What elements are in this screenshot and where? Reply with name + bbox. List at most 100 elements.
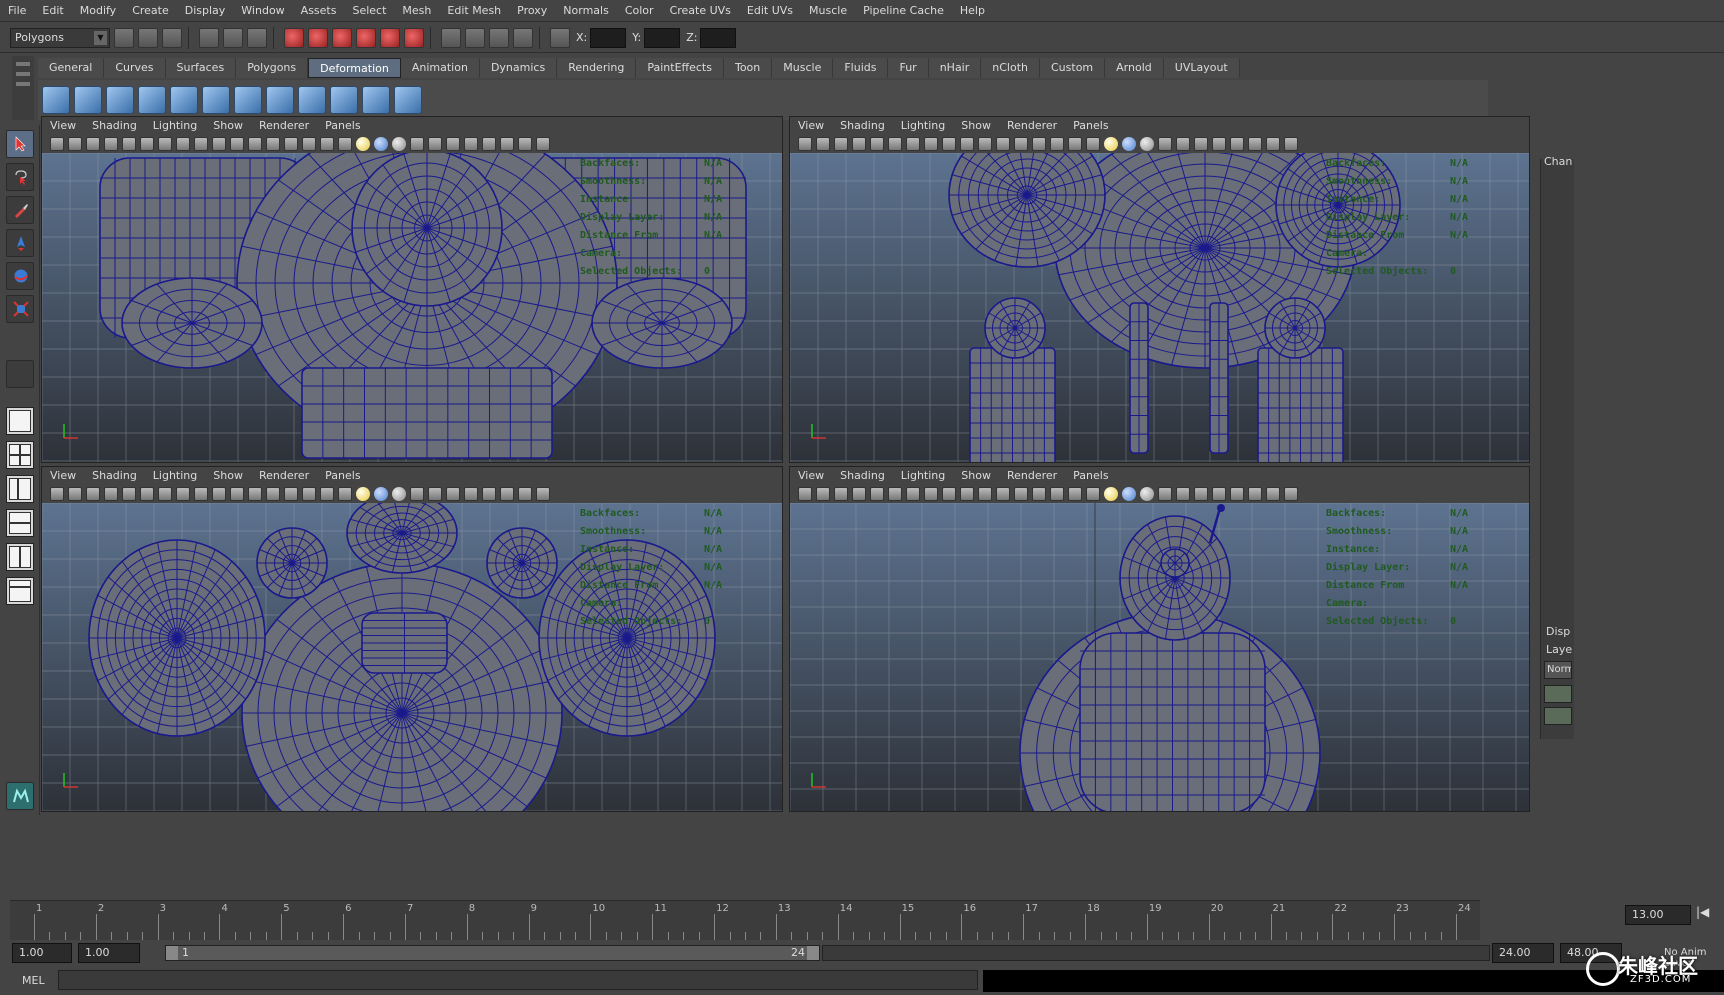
open-scene-icon[interactable] [138,27,158,48]
motion-blur-icon[interactable] [446,136,460,151]
ambient-occlusion-icon[interactable] [428,136,442,151]
viewport-menu-item[interactable]: View [790,119,832,132]
viewport-menu-item[interactable]: Shading [832,469,893,482]
shelf-tab[interactable]: Curves [104,58,166,78]
isolate-select-icon[interactable] [482,136,496,151]
film-gate-icon[interactable] [140,136,154,151]
select-hierarchy-icon[interactable] [199,27,219,48]
resolution-gate-icon[interactable] [158,486,172,501]
layers-menu[interactable]: Laye [1546,643,1572,656]
mel-label[interactable]: MEL [22,974,45,987]
shade-selected-icon[interactable] [302,486,316,501]
motion-blur-icon[interactable] [1194,486,1208,501]
xray-components-icon[interactable] [518,486,532,501]
snap-point-icon[interactable] [332,27,352,48]
smooth-shade-icon[interactable] [1014,486,1028,501]
lights-default-icon[interactable] [356,136,370,151]
x-field[interactable] [590,27,627,48]
menu-item[interactable]: Pipeline Cache [855,0,952,22]
new-scene-icon[interactable] [114,27,134,48]
motion-blur-icon[interactable] [446,486,460,501]
paint-select-tool-button[interactable] [6,196,34,224]
lights-default-icon[interactable] [1104,486,1118,501]
layout-hypershade-button[interactable] [6,577,34,605]
snap-plane-icon[interactable] [356,27,376,48]
xray-icon[interactable] [1086,136,1100,151]
menu-item[interactable]: Create [124,0,177,22]
select-tool-button[interactable] [6,130,34,158]
high-quality-icon[interactable] [410,486,424,501]
bookmark-icon[interactable] [86,486,100,501]
share-icon[interactable] [1284,486,1298,501]
shade-selected-icon[interactable] [1050,136,1064,151]
layer-type-dropdown[interactable]: Norm [1544,661,1572,679]
safe-action-icon[interactable] [960,486,974,501]
camera-attr-icon[interactable] [68,136,82,151]
menu-item[interactable]: Color [617,0,662,22]
share-icon[interactable] [536,136,550,151]
antialias-icon[interactable] [1212,486,1226,501]
sine-icon[interactable] [170,86,198,114]
shelf-tab[interactable]: Arnold [1105,58,1164,78]
lasso-tool-button[interactable] [6,163,34,191]
time-slider[interactable]: 1 2 3 4 5 6 7 8 9 10 11 12 13 14 15 16 17 18 19 20 21 22 23 24 [10,900,1480,940]
xray-components-icon[interactable] [1266,136,1280,151]
blend-shape-icon[interactable] [362,86,390,114]
layout-four-button[interactable] [6,441,34,469]
camera-icon[interactable] [50,486,64,501]
scale-tool-button[interactable] [6,295,34,323]
field-chart-icon[interactable] [194,136,208,151]
shelf-tab[interactable]: nCloth [981,58,1040,78]
camera-attr-icon[interactable] [816,136,830,151]
shelf-tab[interactable]: Toon [723,58,773,78]
xray-icon[interactable] [338,136,352,151]
viewport-menu-item[interactable]: Renderer [999,119,1065,132]
xray-joints-icon[interactable] [1248,486,1262,501]
shelf-tab[interactable]: Rendering [557,58,637,78]
select-component-icon[interactable] [247,27,267,48]
viewport-menu-item[interactable]: View [42,119,84,132]
viewport-bottom-right[interactable]: View Shading Lighting Show Renderer Panels Bac… [789,466,1530,812]
xray-joints-icon[interactable] [500,136,514,151]
film-gate-icon[interactable] [888,136,902,151]
viewport-menu-item[interactable]: Panels [1065,469,1116,482]
viewport-menu-item[interactable]: Lighting [145,119,205,132]
menu-item[interactable]: Help [952,0,993,22]
new-layer-button[interactable] [1544,685,1572,703]
move-tool-button[interactable] [6,229,34,257]
field-chart-icon[interactable] [194,486,208,501]
start-time-field[interactable]: 1.00 [12,943,72,963]
viewport-menu-item[interactable]: Shading [84,119,145,132]
shelf-tab[interactable]: Polygons [236,58,309,78]
shelf-tab[interactable]: PaintEffects [636,58,724,78]
menu-item[interactable]: Normals [555,0,617,22]
smooth-shade-icon[interactable] [266,136,280,151]
new-layer-selected-button[interactable] [1544,707,1572,725]
render-view-icon[interactable] [441,27,461,48]
gate-mask-icon[interactable] [176,136,190,151]
current-frame-field[interactable]: 13.00 [1625,905,1691,925]
twist-icon[interactable] [234,86,262,114]
lights-default-icon[interactable] [356,486,370,501]
resolution-gate-icon[interactable] [906,486,920,501]
viewport-menu-item[interactable]: View [790,469,832,482]
menu-item[interactable]: Mesh [394,0,439,22]
flare-icon[interactable] [138,86,166,114]
shelf-tab[interactable]: Dynamics [479,58,558,78]
isolate-select-icon[interactable] [1230,486,1244,501]
viewport-bottom-left[interactable]: View Shading Lighting Show Renderer Panels Bac… [41,466,783,812]
motion-blur-icon[interactable] [1194,136,1208,151]
viewport-menu-item[interactable]: Lighting [145,469,205,482]
menu-item[interactable]: Create UVs [662,0,739,22]
menu-set-dropdown[interactable]: Polygons ▼ [10,27,110,48]
range-start-handle[interactable] [166,946,178,960]
shelf-tab[interactable]: Surfaces [165,58,237,78]
viewport-menu-item[interactable]: Shading [832,119,893,132]
safe-title-icon[interactable] [230,486,244,501]
viewport-menu-item[interactable]: Panels [317,119,368,132]
wire-on-shaded-icon[interactable] [320,136,334,151]
range-slider[interactable]: 1 24 [165,945,820,961]
menu-item[interactable]: Muscle [801,0,855,22]
camera-attr-icon[interactable] [68,486,82,501]
ambient-occlusion-icon[interactable] [428,486,442,501]
